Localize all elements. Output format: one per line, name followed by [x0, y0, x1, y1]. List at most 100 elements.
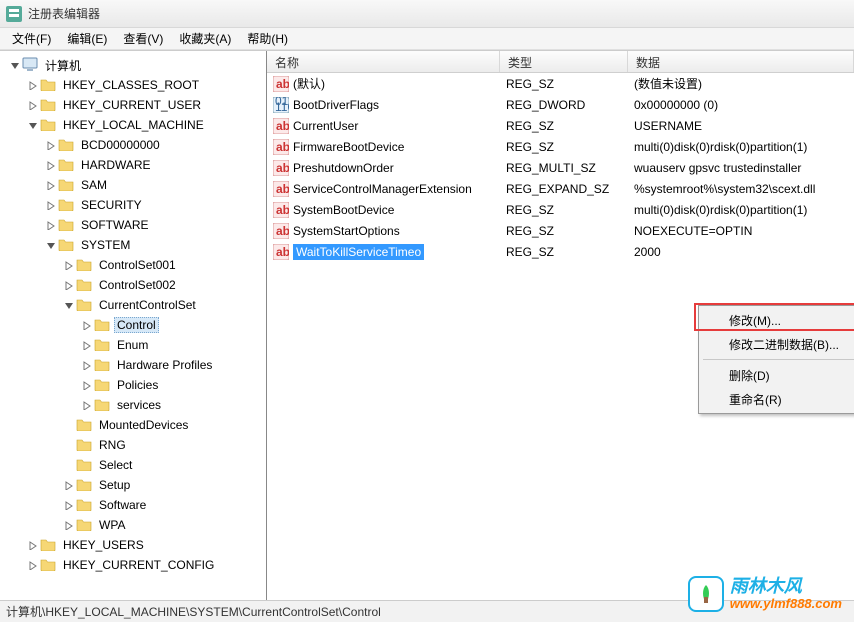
value-row[interactable]: CurrentUser REG_SZUSERNAME: [267, 115, 854, 136]
tree-item-hkcr[interactable]: HKEY_CLASSES_ROOT: [0, 75, 266, 95]
folder-icon: [58, 217, 78, 234]
tree-pane[interactable]: 计算机HKEY_CLASSES_ROOTHKEY_CURRENT_USER HKE…: [0, 51, 267, 600]
context-menu: 修改(M)... 修改二进制数据(B)... 删除(D) 重命名(R): [698, 305, 854, 414]
expand-icon[interactable]: [26, 559, 38, 571]
tree-item-hwprofiles[interactable]: Hardware Profiles: [0, 355, 266, 375]
tree-item-software2[interactable]: Software: [0, 495, 266, 515]
tree-item-wpa[interactable]: WPA: [0, 515, 266, 535]
tree-item-hkcc[interactable]: HKEY_CURRENT_CONFIG: [0, 555, 266, 575]
value-type: REG_SZ: [500, 224, 628, 238]
value-type: REG_SZ: [500, 245, 628, 259]
context-modify[interactable]: 修改(M)...: [701, 308, 854, 332]
menu-edit[interactable]: 编辑(E): [59, 28, 115, 49]
string-value-icon: [273, 139, 289, 155]
value-type: REG_SZ: [500, 140, 628, 154]
tree-item-mounted[interactable]: MountedDevices: [0, 415, 266, 435]
tree-item-hku[interactable]: HKEY_USERS: [0, 535, 266, 555]
tree-item-hkcu[interactable]: HKEY_CURRENT_USER: [0, 95, 266, 115]
tree-item-sam[interactable]: SAM: [0, 175, 266, 195]
expand-icon[interactable]: [62, 279, 74, 291]
value-row[interactable]: BootDriverFlagsREG_DWORD0x00000000 (0): [267, 94, 854, 115]
folder-icon: [40, 77, 60, 94]
tree-item-setup[interactable]: Setup: [0, 475, 266, 495]
value-data: 2000: [628, 245, 854, 259]
tree-label: CurrentControlSet: [96, 297, 199, 313]
menu-view[interactable]: 查看(V): [115, 28, 171, 49]
value-row[interactable]: WaitToKillServiceTimeoREG_SZ2000: [267, 241, 854, 262]
tree-label: HKEY_LOCAL_MACHINE: [60, 117, 207, 133]
tree-item-hardware[interactable]: HARDWARE: [0, 155, 266, 175]
tree-item-rng[interactable]: RNG: [0, 435, 266, 455]
expand-icon[interactable]: [44, 159, 56, 171]
context-delete[interactable]: 删除(D): [701, 363, 854, 387]
collapse-icon[interactable]: [44, 239, 56, 251]
folder-icon: [76, 417, 96, 434]
value-row[interactable]: ServiceControlManagerExtensionREG_EXPAND…: [267, 178, 854, 199]
list-pane: 名称 类型 数据 (默认)REG_SZ(数值未设置)BootDriverFlag…: [267, 51, 854, 600]
expand-icon[interactable]: [80, 399, 92, 411]
string-value-icon: [273, 223, 289, 239]
value-name: CurrentUser: [293, 119, 358, 133]
folder-icon: [40, 537, 60, 554]
expand-icon[interactable]: [26, 79, 38, 91]
tree-item-policies[interactable]: Policies: [0, 375, 266, 395]
expand-icon[interactable]: [80, 319, 92, 331]
context-modify-binary[interactable]: 修改二进制数据(B)...: [701, 332, 854, 356]
value-row[interactable]: FirmwareBootDeviceREG_SZmulti(0)disk(0)r…: [267, 136, 854, 157]
expand-icon[interactable]: [44, 179, 56, 191]
expand-icon[interactable]: [62, 259, 74, 271]
tree-item-system[interactable]: SYSTEM: [0, 235, 266, 255]
tree-item-bcd[interactable]: BCD00000000: [0, 135, 266, 155]
string-value-icon: [273, 244, 289, 260]
collapse-icon[interactable]: [26, 119, 38, 131]
value-row[interactable]: (默认)REG_SZ(数值未设置): [267, 73, 854, 94]
value-data: USERNAME: [628, 119, 854, 133]
tree-label: Setup: [96, 477, 133, 493]
regedit-icon: [6, 6, 22, 22]
collapse-icon[interactable]: [8, 59, 20, 71]
menu-favorites[interactable]: 收藏夹(A): [171, 28, 239, 49]
tree-item-enum[interactable]: Enum: [0, 335, 266, 355]
expand-icon[interactable]: [80, 339, 92, 351]
column-type[interactable]: 类型: [500, 51, 628, 72]
collapse-icon[interactable]: [62, 299, 74, 311]
expand-icon[interactable]: [62, 499, 74, 511]
value-row[interactable]: PreshutdownOrderREG_MULTI_SZwuauserv gps…: [267, 157, 854, 178]
tree-label: services: [114, 397, 164, 413]
tree-item-services[interactable]: services: [0, 395, 266, 415]
folder-icon: [58, 157, 78, 174]
value-data: NOEXECUTE=OPTIN: [628, 224, 854, 238]
column-name[interactable]: 名称: [267, 51, 500, 72]
tree-item-cs001[interactable]: ControlSet001: [0, 255, 266, 275]
tree-label: SOFTWARE: [78, 217, 152, 233]
menu-help[interactable]: 帮助(H): [239, 28, 296, 49]
folder-icon: [76, 457, 96, 474]
menu-file[interactable]: 文件(F): [4, 28, 59, 49]
tree-item-hklm[interactable]: HKEY_LOCAL_MACHINE: [0, 115, 266, 135]
tree-item-cs002[interactable]: ControlSet002: [0, 275, 266, 295]
expand-icon[interactable]: [44, 139, 56, 151]
expand-icon[interactable]: [44, 219, 56, 231]
folder-icon: [58, 197, 78, 214]
folder-icon: [58, 177, 78, 194]
expand-icon[interactable]: [80, 359, 92, 371]
column-data[interactable]: 数据: [628, 51, 854, 72]
value-row[interactable]: SystemBootDeviceREG_SZmulti(0)disk(0)rdi…: [267, 199, 854, 220]
tree-item-security[interactable]: SECURITY: [0, 195, 266, 215]
tree-item-root[interactable]: 计算机: [0, 55, 266, 75]
tree-item-ccs[interactable]: CurrentControlSet: [0, 295, 266, 315]
context-rename[interactable]: 重命名(R): [701, 387, 854, 411]
expand-icon[interactable]: [26, 539, 38, 551]
value-row[interactable]: SystemStartOptionsREG_SZ NOEXECUTE=OPTIN: [267, 220, 854, 241]
tree-label: SAM: [78, 177, 110, 193]
expand-icon[interactable]: [62, 479, 74, 491]
tree-item-control[interactable]: Control: [0, 315, 266, 335]
expand-icon[interactable]: [80, 379, 92, 391]
expand-icon[interactable]: [44, 199, 56, 211]
titlebar: 注册表编辑器: [0, 0, 854, 28]
expand-icon[interactable]: [26, 99, 38, 111]
tree-item-software[interactable]: SOFTWARE: [0, 215, 266, 235]
tree-item-select[interactable]: Select: [0, 455, 266, 475]
value-type: REG_SZ: [500, 119, 628, 133]
expand-icon[interactable]: [62, 519, 74, 531]
